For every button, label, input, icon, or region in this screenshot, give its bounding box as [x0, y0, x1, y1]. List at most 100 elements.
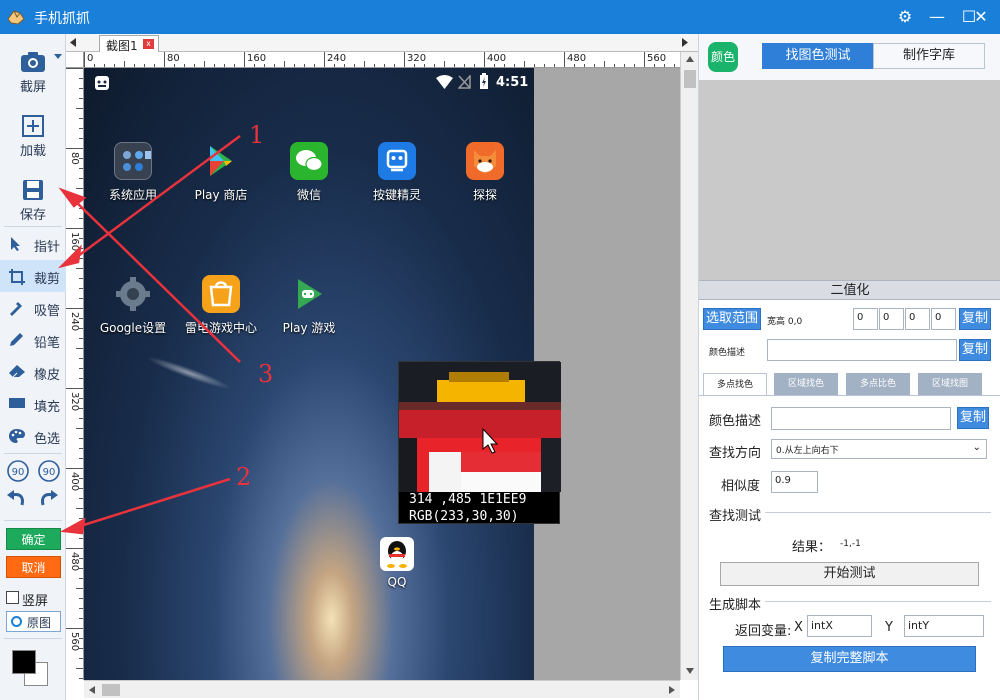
eyedropper-label: 吸管 [34, 304, 61, 319]
save-button[interactable]: 保存 [0, 170, 66, 234]
play-games-icon [290, 275, 328, 313]
scroll-thumb[interactable] [102, 684, 120, 696]
range-y1-input[interactable]: 0 [879, 308, 904, 330]
rotate-right-label: 90 [43, 467, 56, 478]
subtab-multi-point-compare[interactable]: 多点比色 [846, 373, 910, 395]
confirm-button[interactable]: 确定 [6, 528, 61, 550]
original-image-button[interactable]: 原图 [6, 611, 61, 632]
settings-icon[interactable]: ⚙ [888, 0, 922, 34]
ruler-label: 320 [69, 392, 80, 412]
ruler-label: 160 [69, 232, 80, 252]
app-play-store[interactable]: Play 商店 [181, 142, 261, 203]
color-mode-badge[interactable]: 颜色 [708, 42, 738, 72]
redo-button[interactable] [37, 489, 61, 513]
subtab-multi-point-find[interactable]: 多点找色 [703, 373, 767, 395]
similarity-input[interactable]: 0.9 [771, 471, 818, 493]
ruler-label: 480 [69, 552, 80, 572]
magnifier-coords: 314 ,485 1E1EE9 [409, 492, 527, 507]
cancel-button[interactable]: 取消 [6, 556, 61, 578]
scroll-left-icon[interactable] [89, 686, 95, 694]
x-var-input[interactable]: intX [807, 615, 872, 637]
chevron-down-icon: ⌄ [972, 442, 981, 453]
scroll-right-icon[interactable] [669, 686, 675, 694]
no-signal-icon [458, 75, 471, 89]
rotate-left-90-button[interactable]: 90 [6, 459, 30, 483]
horizontal-ruler: 0 80 160 240 320 400 480 560 [84, 52, 680, 68]
tab-find-color-test[interactable]: 找图色测试 [762, 43, 874, 69]
vertical-scrollbar[interactable] [680, 52, 698, 680]
checkbox-box[interactable] [6, 591, 19, 604]
binarize-color-desc-input[interactable] [767, 339, 957, 361]
eraser-tool[interactable]: 橡皮 [0, 356, 66, 388]
ruler-label: 320 [407, 53, 427, 64]
range-x2-input[interactable]: 0 [905, 308, 930, 330]
app-label: 微信 [296, 188, 321, 202]
eyedropper-tool[interactable]: 吸管 [0, 292, 66, 324]
app-leidian-game-center[interactable]: 雷电游戏中心 [181, 275, 261, 336]
fill-tool[interactable]: 填充 [0, 388, 66, 420]
scroll-up-icon[interactable] [686, 56, 694, 62]
minimize-button[interactable]: — [920, 0, 954, 34]
app-label: 探探 [472, 188, 497, 202]
color-desc-input[interactable] [771, 407, 951, 430]
ruler-label: 80 [167, 53, 180, 64]
app-system-apps[interactable]: 系统应用 [93, 142, 173, 203]
app-google-settings[interactable]: Google设置 [93, 275, 173, 336]
pencil-tool[interactable]: 铅笔 [0, 324, 66, 356]
load-button[interactable]: 加载 [0, 106, 66, 170]
tab-screenshot-1[interactable]: 截图1 x [99, 35, 159, 53]
screenshot-button[interactable]: 截屏 [0, 42, 66, 106]
folder-icon [114, 142, 152, 180]
copy-full-script-button[interactable]: 复制完整脚本 [723, 646, 976, 672]
horizontal-scrollbar[interactable] [84, 680, 680, 698]
app-label: 系统应用 [108, 188, 157, 202]
fill-rect-icon [9, 398, 25, 408]
copy-color-desc-button[interactable]: 复制 [957, 407, 989, 429]
foreground-color-swatch[interactable] [12, 650, 36, 674]
find-direction-value: 0.从左上向右下 [776, 446, 839, 456]
tab-scroll-right-icon[interactable] [682, 38, 688, 47]
rotate-left-label: 90 [12, 467, 25, 478]
scroll-thumb[interactable] [684, 70, 696, 88]
load-label: 加载 [19, 144, 46, 159]
subtab-region-find-color[interactable]: 区域找色 [774, 373, 838, 395]
tab-scroll-left-icon[interactable] [70, 38, 76, 47]
find-direction-select[interactable]: 0.从左上向右下 ⌄ [771, 439, 987, 459]
y-var-input[interactable]: intY [904, 615, 984, 637]
camera-icon [21, 52, 45, 72]
subtab-region-find-image[interactable]: 区域找图 [918, 373, 982, 395]
battery-charging-icon [480, 73, 488, 89]
close-button[interactable]: ✕ [966, 0, 996, 34]
divider [4, 226, 62, 227]
pointer-tool[interactable]: 指针 [0, 228, 66, 260]
binarize-header[interactable]: 二值化 [699, 280, 1000, 300]
crop-preview-area [699, 80, 1000, 280]
rotate-left-icon: 90 [7, 460, 29, 482]
undo-button[interactable] [6, 489, 30, 513]
app-wechat[interactable]: 微信 [269, 142, 349, 203]
app-label: Play 商店 [194, 188, 248, 202]
crop-tool[interactable]: 裁剪 [0, 260, 66, 292]
scroll-down-icon[interactable] [686, 668, 694, 674]
app-tantan[interactable]: 探探 [445, 142, 525, 203]
app-play-games[interactable]: Play 游戏 [269, 275, 349, 336]
pencil-icon [10, 333, 23, 346]
tab-close-icon[interactable]: x [143, 39, 154, 49]
image-canvas[interactable]: 4:51 系统应用 Play 商店 微信 按键精灵 探探 Google设置 雷电… [84, 68, 680, 680]
range-x1-input[interactable]: 0 [853, 308, 878, 330]
ruler-label: 240 [69, 312, 80, 332]
app-key-wizard[interactable]: 按键精灵 [357, 142, 437, 203]
copy-binarize-desc-button[interactable]: 复制 [959, 339, 991, 361]
y-var-label: Y [885, 620, 893, 635]
start-test-button[interactable]: 开始测试 [720, 562, 979, 586]
find-test-label: 查找测试 [709, 509, 762, 524]
copy-range-button[interactable]: 复制 [959, 308, 991, 330]
rotate-right-90-button[interactable]: 90 [37, 459, 61, 483]
chevron-down-icon[interactable] [54, 54, 62, 60]
range-y2-input[interactable]: 0 [931, 308, 956, 330]
tab-make-font-library[interactable]: 制作字库 [873, 43, 985, 69]
color-select-tool[interactable]: 色选 [0, 420, 66, 452]
app-qq[interactable]: QQ [357, 537, 437, 589]
select-range-button[interactable]: 选取范围 [703, 308, 761, 330]
save-label: 保存 [19, 208, 46, 223]
